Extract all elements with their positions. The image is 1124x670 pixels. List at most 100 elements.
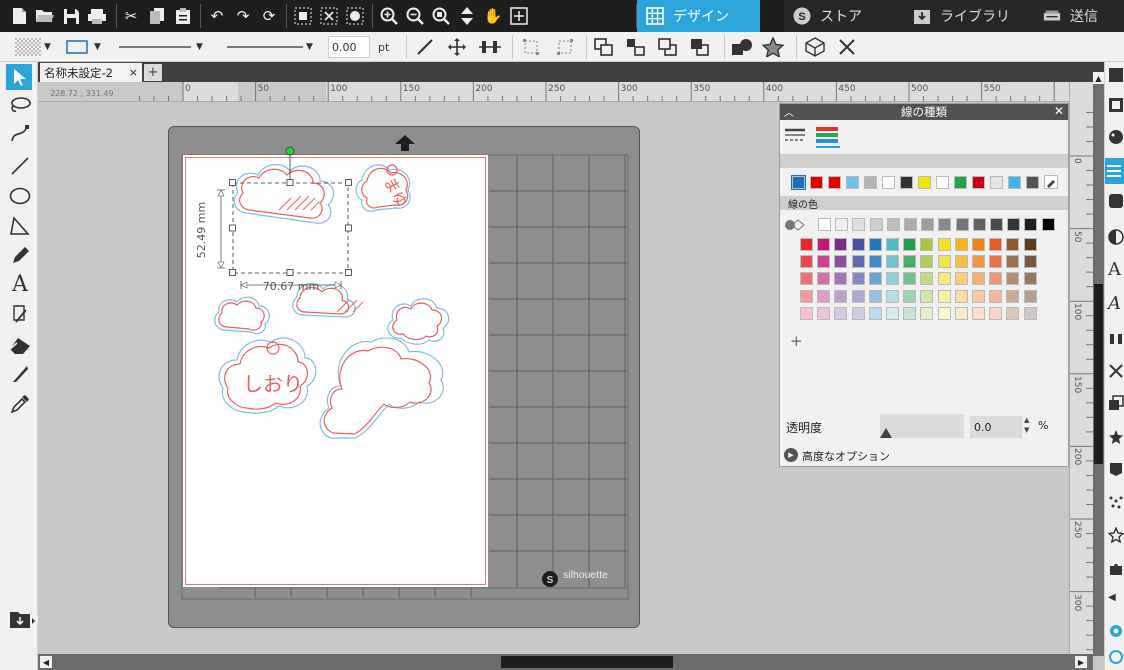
move-arrows-icon[interactable] <box>456 5 478 27</box>
tab-design[interactable]: デザイン <box>637 0 760 32</box>
half-circle-icon[interactable] <box>1108 228 1124 246</box>
hand-icon[interactable]: ✋ <box>482 5 504 27</box>
add-tab-button[interactable]: + <box>144 64 162 81</box>
palette-swatch[interactable] <box>886 238 899 251</box>
pencil-tool-icon[interactable] <box>8 244 32 268</box>
palette-swatch[interactable] <box>937 272 951 286</box>
close-tab-icon[interactable]: × <box>129 66 138 79</box>
star-panel-icon[interactable] <box>1108 428 1124 446</box>
gray-swatch[interactable] <box>990 218 1003 231</box>
recent-color-swatch[interactable] <box>1008 176 1021 189</box>
bounding-box-icon[interactable] <box>520 36 542 58</box>
add-color-button[interactable]: + <box>790 332 803 350</box>
polygon-tool-icon[interactable] <box>8 214 32 238</box>
line-width-input[interactable]: 0.00 <box>328 36 370 58</box>
gray-swatch[interactable] <box>921 218 935 231</box>
fill-palette-icon[interactable] <box>1108 128 1124 146</box>
gray-swatch[interactable] <box>904 218 917 231</box>
settings-gear-icon[interactable] <box>1108 622 1124 640</box>
palette-swatch[interactable] <box>903 272 917 286</box>
close-panel-icon[interactable]: ✕ <box>1054 104 1064 118</box>
rotate-box-icon[interactable] <box>554 36 576 58</box>
palette-swatch[interactable] <box>937 255 951 269</box>
new-document-icon[interactable] <box>8 5 30 27</box>
vertical-scrollbar[interactable]: ▲ <box>1093 72 1104 656</box>
document-tab[interactable]: 名称未設定-2 × <box>40 63 142 82</box>
line-style-panel-icon[interactable] <box>1105 158 1124 184</box>
palette-swatch[interactable] <box>800 238 813 251</box>
palette-swatch[interactable] <box>920 306 934 320</box>
palette-swatch[interactable] <box>954 272 968 286</box>
copy-icon[interactable] <box>146 5 168 27</box>
palette-swatch[interactable] <box>903 306 917 320</box>
ungroup-icon[interactable] <box>318 5 340 27</box>
palette-swatch[interactable] <box>903 238 917 251</box>
eyedropper-icon[interactable] <box>1044 175 1058 189</box>
palette-swatch[interactable] <box>851 272 865 286</box>
recent-color-swatch[interactable] <box>972 176 985 189</box>
group-icon[interactable] <box>292 5 314 27</box>
line-color-swatch[interactable] <box>66 36 88 58</box>
palette-swatch[interactable] <box>886 255 899 269</box>
gray-swatch[interactable] <box>1024 218 1038 231</box>
palette-swatch[interactable] <box>817 272 831 286</box>
send-to-back-icon[interactable] <box>688 36 712 58</box>
recent-color-swatch[interactable] <box>990 176 1003 189</box>
gray-swatch[interactable] <box>835 218 849 231</box>
palette-swatch[interactable] <box>989 255 1003 269</box>
palette-swatch[interactable] <box>868 306 882 320</box>
advanced-options-play-icon[interactable]: ▶ <box>784 448 798 462</box>
fill-pattern-swatch[interactable] <box>14 36 42 58</box>
palette-swatch[interactable] <box>834 272 848 286</box>
palette-swatch[interactable] <box>1023 255 1037 269</box>
palette-swatch[interactable] <box>1006 306 1020 320</box>
gray-swatch[interactable] <box>938 218 952 231</box>
palette-swatch[interactable] <box>817 255 831 269</box>
palette-swatch[interactable] <box>834 255 848 269</box>
line-color-dropdown-arrow-icon[interactable]: ▼ <box>94 36 101 58</box>
line-draw-tool-icon[interactable] <box>8 154 32 178</box>
fit-page-icon[interactable] <box>508 5 530 27</box>
palette-swatch[interactable] <box>817 289 831 303</box>
palette-swatch[interactable] <box>989 306 1003 320</box>
gray-swatch[interactable] <box>972 218 986 231</box>
recent-color-swatch[interactable] <box>918 176 931 189</box>
advanced-options-label[interactable]: 高度なオプション <box>802 448 890 464</box>
palette-swatch[interactable] <box>937 306 951 320</box>
lasso-tool-icon[interactable] <box>8 94 32 118</box>
recent-color-swatch[interactable] <box>936 176 949 189</box>
knife-tool-icon[interactable] <box>8 362 32 386</box>
palette-swatch[interactable] <box>851 238 865 251</box>
palette-swatch[interactable] <box>800 272 813 286</box>
palette-swatch[interactable] <box>868 255 882 269</box>
arrange-icon[interactable] <box>624 36 648 58</box>
palette-swatch[interactable] <box>903 289 917 303</box>
palette-swatch[interactable] <box>800 255 813 269</box>
palette-swatch[interactable] <box>800 306 813 320</box>
palette-swatch[interactable] <box>989 272 1003 286</box>
bring-forward-icon[interactable] <box>592 36 616 58</box>
palette-swatch[interactable] <box>817 238 831 251</box>
palette-swatch[interactable] <box>954 289 968 303</box>
sync-icon[interactable] <box>1108 648 1124 666</box>
palette-swatch[interactable] <box>1023 289 1037 303</box>
tab-store[interactable]: S ストア <box>784 0 904 32</box>
recent-color-swatch[interactable] <box>900 176 913 189</box>
recent-color-swatch[interactable] <box>882 176 895 189</box>
palette-swatch[interactable] <box>954 255 968 269</box>
palette-swatch[interactable] <box>920 238 934 251</box>
palette-swatch[interactable] <box>851 306 865 320</box>
align-panel-icon[interactable] <box>1108 330 1124 348</box>
cut-icon[interactable]: ✂ <box>120 5 142 27</box>
gray-swatch[interactable] <box>1007 218 1021 231</box>
print-icon[interactable] <box>86 5 108 27</box>
palette-swatch[interactable] <box>989 289 1003 303</box>
close-x-icon[interactable] <box>836 36 858 58</box>
palette-swatch[interactable] <box>834 306 848 320</box>
collapse-panel-icon[interactable]: ︿ <box>784 104 794 119</box>
text-style-icon[interactable]: A <box>1108 259 1124 280</box>
recent-color-swatch[interactable] <box>846 176 859 189</box>
palette-swatch[interactable] <box>972 306 985 320</box>
palette-swatch[interactable] <box>972 238 985 251</box>
fill-dropdown-arrow-icon[interactable]: ▼ <box>44 36 51 58</box>
